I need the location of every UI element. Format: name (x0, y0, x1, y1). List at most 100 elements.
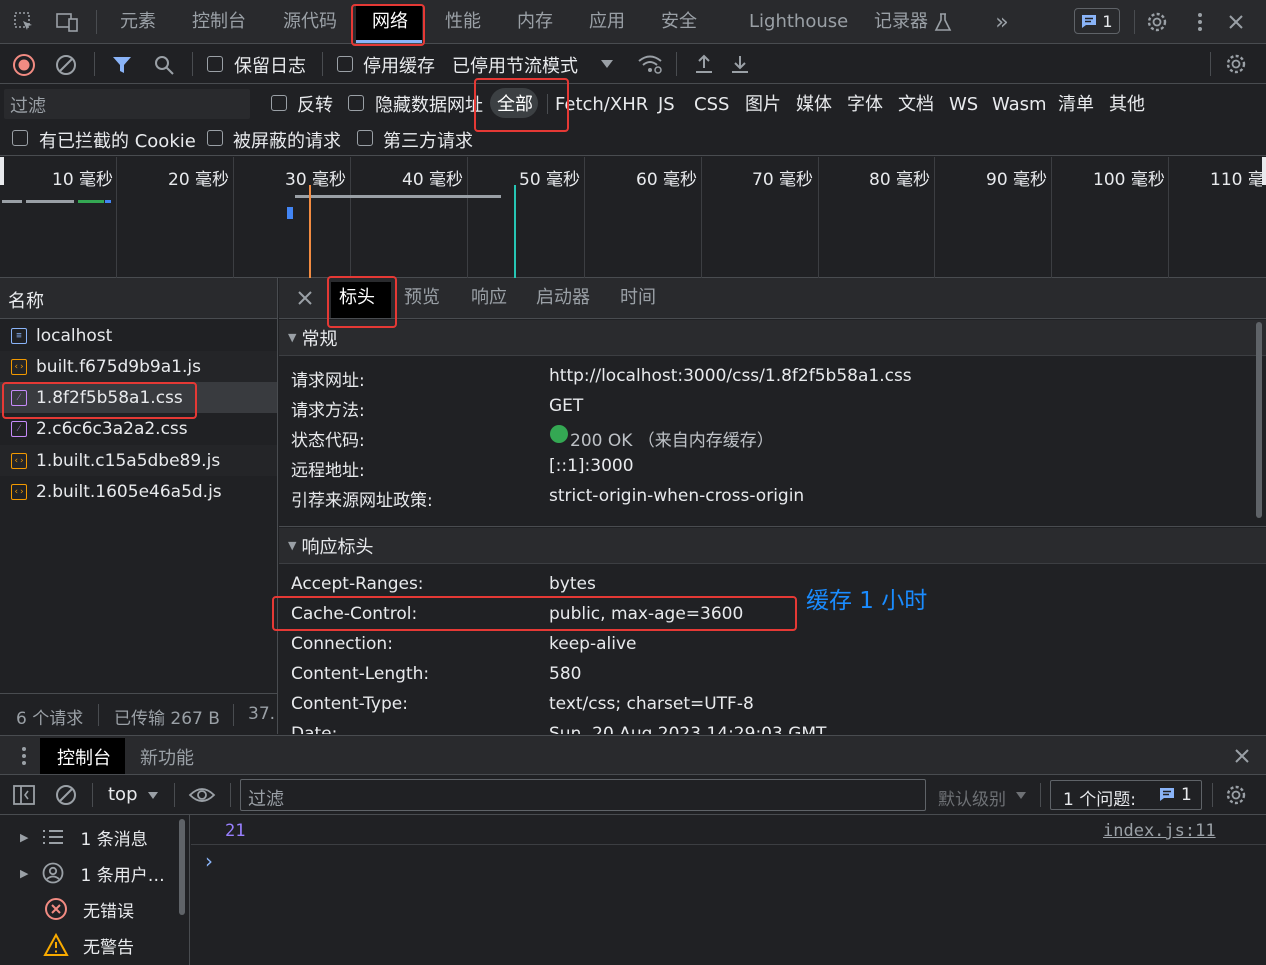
tab-response[interactable]: 响应 (471, 278, 507, 318)
type-filter-fetch-xhr[interactable]: Fetch/XHR (555, 90, 648, 120)
import-har-upload-icon[interactable] (692, 52, 716, 76)
type-filter-doc[interactable]: 文档 (898, 90, 934, 120)
settings-gear-icon[interactable] (1145, 10, 1169, 34)
response-headers-section-header[interactable]: ▼ 响应标头 (279, 528, 1266, 564)
tab-preview[interactable]: 预览 (404, 278, 440, 318)
issues-counter-count: 1 (1181, 785, 1192, 805)
chevron-down-icon[interactable] (146, 788, 160, 802)
header-value: public, max-age=3600 (549, 604, 744, 624)
context-select[interactable]: top (108, 784, 138, 805)
filter-funnel-icon[interactable] (110, 53, 134, 77)
tick-label: 30 毫秒 (285, 170, 347, 190)
sidebar-scrollbar[interactable] (179, 819, 185, 915)
type-filter-manifest[interactable]: 清单 (1058, 90, 1094, 120)
blocked-requests-checkbox[interactable] (207, 130, 223, 146)
tab-network[interactable]: 网络 (372, 0, 408, 44)
disable-cache-checkbox[interactable] (337, 56, 353, 72)
request-count: 6 个请求 (16, 709, 84, 729)
tab-console[interactable]: 控制台 (192, 0, 246, 44)
details-scrollbar[interactable] (1256, 322, 1262, 518)
request-row[interactable]: ⁄ 2.c6c6c3a2a2.css (0, 413, 277, 444)
sidebar-errors[interactable]: 无错误 (0, 891, 190, 927)
console-filter-input[interactable]: 过滤 (240, 779, 926, 811)
sidebar-messages[interactable]: ▶ 1 条消息 (0, 819, 190, 855)
sidebar-warnings[interactable]: 无警告 (0, 927, 190, 963)
close-detail-icon[interactable] (295, 288, 315, 308)
issues-badge-count: 1 (1102, 11, 1113, 31)
timeline-right-handle[interactable] (1262, 157, 1266, 185)
request-row[interactable]: ≡ localhost (0, 320, 277, 351)
type-filter-other[interactable]: 其他 (1109, 90, 1145, 120)
record-stop-icon[interactable] (12, 53, 36, 77)
hide-data-urls-label: 隐藏数据网址 (375, 95, 483, 116)
network-conditions-wifi-icon[interactable] (636, 52, 664, 76)
console-prompt-chevron-icon[interactable]: › (205, 849, 213, 873)
issues-badge[interactable]: 1 (1074, 8, 1120, 34)
tab-application[interactable]: 应用 (589, 0, 625, 44)
log-level-select[interactable]: 默认级别 (938, 785, 1006, 810)
hide-data-urls-checkbox[interactable] (348, 95, 364, 111)
invert-checkbox[interactable] (271, 95, 287, 111)
inspect-element-icon[interactable] (12, 11, 36, 33)
live-expression-eye-icon[interactable] (188, 783, 216, 807)
request-row[interactable]: ‹› built.f675d9b9a1.js (0, 351, 277, 382)
chevron-down-icon[interactable] (598, 56, 616, 72)
close-devtools-icon[interactable] (1224, 10, 1248, 34)
tab-lighthouse[interactable]: Lighthouse (749, 0, 848, 44)
tab-elements[interactable]: 元素 (120, 0, 156, 44)
name-column-header[interactable]: 名称 (0, 278, 277, 319)
request-row-selected[interactable]: ⁄ 1.8f2f5b58a1.css (0, 382, 277, 413)
tab-recorder[interactable]: 记录器 (874, 0, 928, 44)
console-settings-gear-icon[interactable] (1224, 783, 1248, 807)
device-toolbar-icon[interactable] (54, 11, 80, 33)
drawer-tab-whats-new[interactable]: 新功能 (140, 744, 194, 770)
network-settings-gear-icon[interactable] (1224, 52, 1248, 76)
log-source-link[interactable]: index.js:11 (1103, 821, 1216, 841)
type-filter-images[interactable]: 图片 (745, 90, 781, 120)
general-section-header[interactable]: ▼ 常规 (279, 320, 1266, 356)
type-filter-all[interactable]: 全部 (497, 90, 533, 120)
type-filter-js[interactable]: JS (658, 90, 675, 120)
tab-security[interactable]: 安全 (661, 0, 697, 44)
more-tabs-chevron-icon[interactable]: » (990, 10, 1014, 35)
export-har-download-icon[interactable] (728, 52, 752, 76)
type-filter-wasm[interactable]: Wasm (992, 90, 1047, 120)
filter-input[interactable]: 过滤 (4, 89, 250, 119)
blocked-cookies-checkbox[interactable] (12, 130, 28, 146)
type-filter-fonts[interactable]: 字体 (847, 90, 883, 120)
kebab-menu-icon[interactable] (1190, 10, 1210, 34)
close-drawer-icon[interactable] (1230, 744, 1254, 768)
script-file-icon: ‹› (11, 483, 27, 500)
sidebar-errors-label: 无错误 (83, 901, 134, 922)
throttling-select[interactable]: 已停用节流模式 (452, 52, 578, 78)
clear-icon[interactable] (54, 53, 78, 77)
issues-counter[interactable]: 1 个问题: 1 (1050, 780, 1202, 810)
tab-headers[interactable]: 标头 (339, 278, 375, 318)
tab-timing[interactable]: 时间 (620, 278, 656, 318)
clear-console-icon[interactable] (54, 783, 78, 807)
tab-memory[interactable]: 内存 (517, 0, 553, 44)
search-icon[interactable] (152, 53, 176, 77)
drawer-menu-icon[interactable] (14, 744, 34, 768)
type-filter-media[interactable]: 媒体 (796, 90, 832, 120)
message-icon (1081, 14, 1097, 29)
request-row[interactable]: ‹› 2.built.1605e46a5d.js (0, 476, 277, 507)
tab-initiator[interactable]: 启动器 (536, 278, 590, 318)
timeline-overview[interactable]: 10 毫秒 20 毫秒 30 毫秒 40 毫秒 50 毫秒 60 毫秒 70 毫… (0, 157, 1266, 278)
type-filter-css[interactable]: CSS (694, 90, 729, 120)
chevron-down-icon[interactable] (1014, 788, 1028, 802)
document-icon: ≡ (11, 327, 27, 344)
sidebar-toggle-icon[interactable] (12, 783, 36, 807)
preserve-log-checkbox[interactable] (207, 56, 223, 72)
general-section-title: 常规 (301, 328, 338, 350)
third-party-checkbox[interactable] (357, 130, 373, 146)
request-row[interactable]: ‹› 1.built.c15a5dbe89.js (0, 445, 277, 476)
tab-sources[interactable]: 源代码 (283, 0, 337, 44)
sidebar-user-messages[interactable]: ▶ 1 条用户… (0, 855, 190, 891)
header-key: Accept-Ranges: (291, 574, 424, 594)
tick-label: 40 毫秒 (402, 170, 464, 190)
type-filter-ws[interactable]: WS (949, 90, 978, 120)
drawer-tab-console[interactable]: 控制台 (57, 744, 111, 770)
tab-performance[interactable]: 性能 (445, 0, 481, 44)
timeline-left-handle[interactable] (0, 157, 4, 185)
